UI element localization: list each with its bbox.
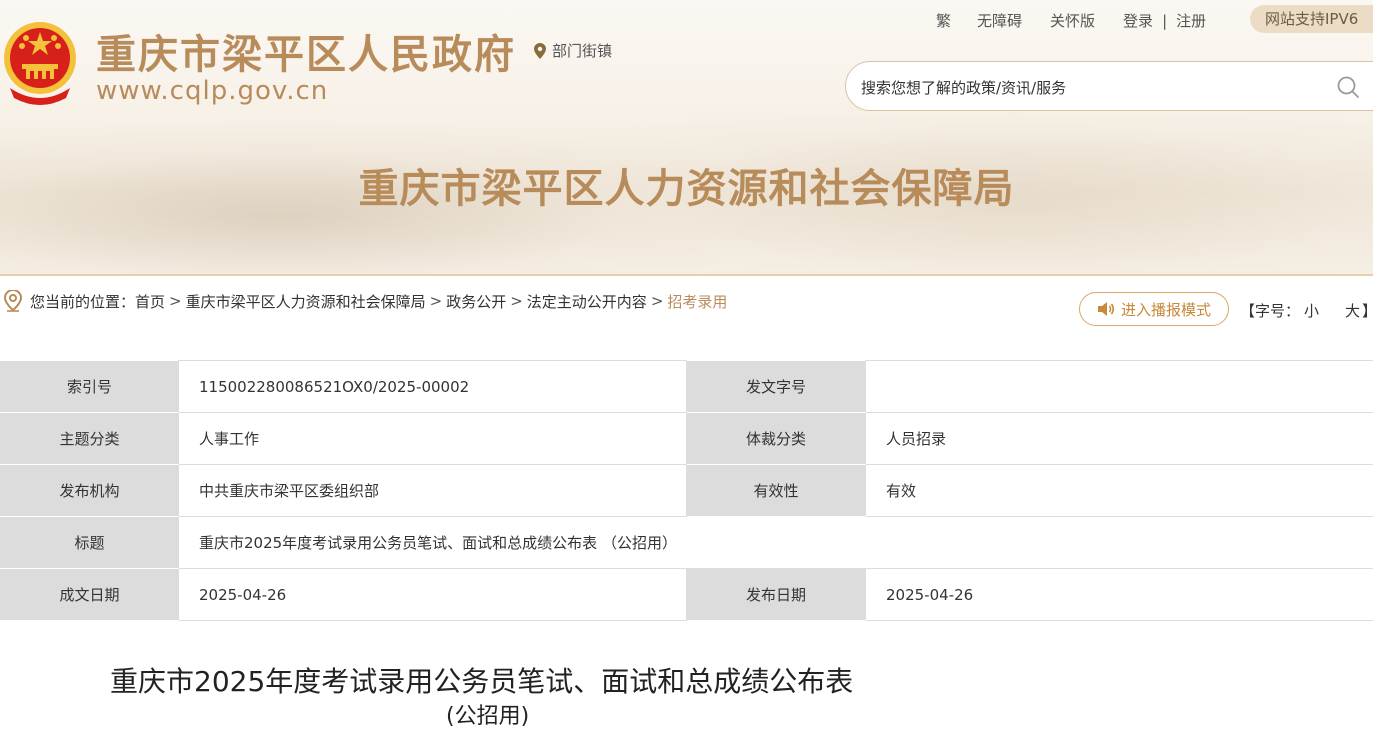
top-links: 繁 无障碍 关怀版 登录 | 注册 — [936, 10, 1206, 31]
traditional-chinese-link[interactable]: 繁 — [936, 10, 951, 31]
search-box[interactable]: 搜索您想了解的政策/资讯/服务 — [845, 61, 1373, 111]
location-pin-icon — [534, 42, 546, 59]
published-date-value: 2025-04-26 — [865, 568, 1373, 621]
search-icon[interactable] — [1336, 75, 1360, 99]
created-date-label: 成文日期 — [0, 568, 179, 621]
breadcrumb-separator: > — [429, 292, 443, 310]
breadcrumb-item-gov-affairs[interactable]: 政务公开 — [446, 291, 506, 312]
breadcrumb-separator: > — [510, 292, 523, 310]
ipv6-badge: 网站支持IPV6 — [1250, 5, 1373, 33]
table-row: 主题分类 人事工作 体裁分类 人员招录 — [0, 412, 1373, 465]
bureau-title: 重庆市梁平区人力资源和社会保障局 — [358, 166, 1015, 212]
breadcrumb: 您当前的位置： 首页 > 重庆市梁平区人力资源和社会保障局 > 政务公开 > 法… — [4, 290, 727, 312]
table-row: 索引号 115002280086521OX0/2025-00002 发文字号 — [0, 360, 1373, 413]
document-number-value — [865, 360, 1373, 413]
site-url[interactable]: www.cqlp.gov.cn — [96, 76, 328, 106]
breadcrumb-item-bureau[interactable]: 重庆市梁平区人力资源和社会保障局 — [186, 291, 426, 312]
link-divider: | — [1162, 11, 1168, 30]
title-label: 标题 — [0, 516, 179, 569]
national-emblem-icon[interactable] — [2, 18, 78, 106]
font-size-end: 】 — [1362, 302, 1373, 320]
created-date-value: 2025-04-26 — [178, 568, 687, 621]
validity-label: 有效性 — [686, 464, 866, 517]
publisher-value: 中共重庆市梁平区委组织部 — [178, 464, 687, 517]
accessibility-link[interactable]: 无障碍 — [977, 10, 1022, 31]
table-row: 标题 重庆市2025年度考试录用公务员笔试、面试和总成绩公布表 （公招用） — [0, 516, 1373, 569]
search-input[interactable]: 搜索您想了解的政策/资讯/服务 — [861, 77, 1066, 98]
breadcrumb-prefix: 您当前的位置： — [30, 292, 136, 311]
font-size-small-button[interactable]: 小 — [1304, 302, 1319, 320]
breadcrumb-item-current[interactable]: 招考录用 — [667, 291, 727, 312]
table-row: 发布机构 中共重庆市梁平区委组织部 有效性 有效 — [0, 464, 1373, 517]
header-banner: 重庆市梁平区人民政府 www.cqlp.gov.cn 部门街镇 繁 无障碍 关怀… — [0, 0, 1373, 276]
index-number-label: 索引号 — [0, 360, 179, 413]
broadcast-mode-label: 进入播报模式 — [1120, 300, 1211, 319]
validity-value: 有效 — [865, 464, 1373, 517]
location-pin-icon — [4, 290, 22, 312]
breadcrumb-item-home[interactable]: 首页 — [135, 291, 165, 312]
genre-value: 人员招录 — [865, 412, 1373, 465]
breadcrumb-separator: > — [169, 292, 182, 310]
dept-link[interactable]: 部门街镇 — [534, 40, 612, 61]
breadcrumb-separator: > — [650, 292, 664, 310]
site-name[interactable]: 重庆市梁平区人民政府 — [96, 22, 516, 80]
document-metadata-table: 索引号 115002280086521OX0/2025-00002 发文字号 主… — [0, 360, 1373, 621]
title-value: 重庆市2025年度考试录用公务员笔试、面试和总成绩公布表 （公招用） — [178, 516, 1373, 569]
register-link[interactable]: 注册 — [1176, 10, 1206, 31]
published-date-label: 发布日期 — [686, 568, 866, 621]
article-title: 重庆市2025年度考试录用公务员笔试、面试和总成绩公布表 — [110, 665, 854, 698]
document-number-label: 发文字号 — [686, 360, 866, 413]
genre-label: 体裁分类 — [686, 412, 866, 465]
table-row: 成文日期 2025-04-26 发布日期 2025-04-26 — [0, 568, 1373, 621]
dept-link-label: 部门街镇 — [552, 42, 613, 60]
breadcrumb-item-statutory[interactable]: 法定主动公开内容 — [527, 291, 647, 312]
font-size-label: 【字号： — [1240, 302, 1301, 320]
publisher-label: 发布机构 — [0, 464, 179, 517]
topic-value: 人事工作 — [178, 412, 687, 465]
font-size-large-button[interactable]: 大 — [1345, 302, 1360, 320]
article-subtitle: (公招用) — [446, 704, 530, 729]
login-link[interactable]: 登录 — [1123, 10, 1153, 31]
broadcast-mode-button[interactable]: 进入播报模式 — [1079, 292, 1229, 326]
care-mode-link[interactable]: 关怀版 — [1050, 10, 1095, 31]
speaker-icon — [1097, 302, 1115, 316]
index-number-value: 115002280086521OX0/2025-00002 — [178, 360, 687, 413]
topic-label: 主题分类 — [0, 412, 179, 465]
font-size-control: 【字号：小 大】 — [1240, 300, 1373, 321]
